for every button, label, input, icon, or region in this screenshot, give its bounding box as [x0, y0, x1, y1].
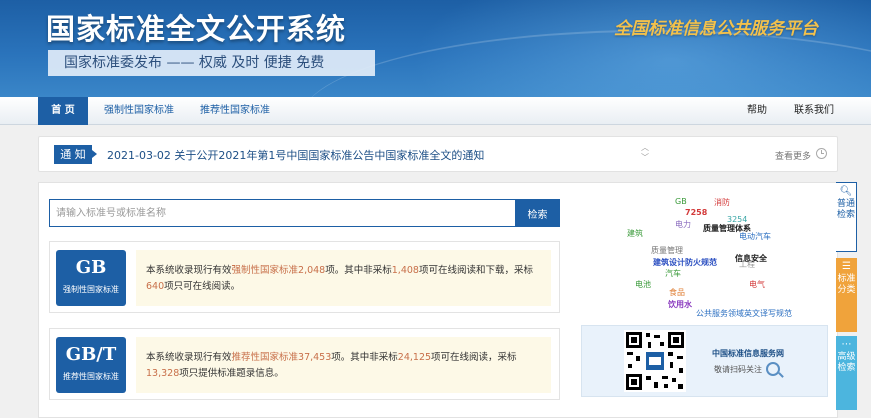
tag-item[interactable]: 建筑设计防火规范: [653, 257, 717, 268]
main-panel: 检索 GB 强制性国家标准 本系统收录现行有效强制性国家标准2,048项。其中非…: [38, 182, 838, 418]
gb-code: GB: [75, 257, 107, 278]
gbt-text-1: 本系统收录现行有效: [146, 352, 232, 363]
tag-item[interactable]: 食品: [669, 287, 685, 298]
tag-item[interactable]: 电池: [635, 279, 651, 290]
gb-total-count: 2,048: [298, 265, 326, 276]
gbt-description: 本系统收录现行有效推荐性国家标准37,453项。其中非采标24,125项可在线阅…: [136, 337, 551, 393]
banner-curve: [300, 30, 871, 97]
gbt-online-count: 24,125: [397, 352, 432, 363]
site-slogan: 国家标准委发布 —— 权威 及时 便捷 免费: [48, 50, 375, 76]
qr-subtitle: 敬请扫码关注: [714, 365, 762, 374]
qr-title: 中国标准信息服务网: [712, 349, 784, 358]
list-icon: ☰: [842, 261, 851, 272]
tag-item[interactable]: 饮用水: [668, 299, 692, 310]
site-title: 国家标准全文公开系统: [46, 12, 347, 46]
gb-section: GB 强制性国家标准 本系统收录现行有效强制性国家标准2,048项。其中非采标1…: [49, 241, 560, 313]
side-tab-category[interactable]: ☰ 标准分类: [836, 258, 857, 332]
gb-label: 强制性国家标准: [63, 285, 119, 294]
side-tab-advanced-search[interactable]: ⋯ 高级检索: [836, 336, 857, 410]
gb-online-count: 1,408: [391, 265, 419, 276]
tag-item[interactable]: 质量管理: [651, 245, 683, 256]
gbt-link[interactable]: 推荐性国家标准: [232, 352, 299, 363]
nav-contact-us[interactable]: 联系我们: [794, 97, 834, 125]
tag-item[interactable]: 信息安全: [735, 253, 767, 264]
tag-item[interactable]: 消防: [714, 197, 730, 208]
tag-item[interactable]: 7258: [685, 208, 707, 217]
tag-item[interactable]: GB: [675, 197, 687, 206]
gb-description: 本系统收录现行有效强制性国家标准2,048项。其中非采标1,408项可在线阅读和…: [136, 250, 551, 306]
side-tab-basic-search-label: 普通检索: [836, 199, 855, 220]
notice-bar: 通 知 2021-03-02 关于公开2021年第1号中国国家标准公告中国家标准…: [38, 136, 838, 172]
gb-text-3: 项可在线阅读和下载，采标: [418, 265, 533, 276]
notice-scroll-arrows-icon[interactable]: ︿ ﹀: [641, 143, 649, 163]
nav-mandatory-standards[interactable]: 强制性国家标准: [104, 97, 174, 125]
clock-icon: [816, 148, 827, 159]
gb-badge[interactable]: GB 强制性国家标准: [56, 250, 126, 306]
qr-code-image: [624, 330, 686, 392]
more-icon: ⋯: [841, 339, 852, 350]
gbt-label: 推荐性国家标准: [63, 372, 119, 381]
gbt-code: GB/T: [65, 344, 117, 365]
tag-item[interactable]: 建筑: [627, 228, 643, 239]
side-tab-basic-search[interactable]: 🔍︎ 普通检索: [836, 182, 857, 252]
gbt-total-count: 37,453: [298, 352, 332, 363]
gbt-read-count: 13,328: [146, 368, 180, 379]
side-tab-advanced-search-label: 高级检索: [837, 352, 856, 373]
tag-item[interactable]: 电气: [749, 279, 765, 290]
tag-item[interactable]: 汽车: [665, 268, 681, 279]
qr-panel: 中国标准信息服务网 敬请扫码关注: [581, 325, 828, 397]
tag-cloud: GB 消防 7258 电力 3254 质量管理体系 建筑 电动汽车 质量管理 工…: [579, 193, 829, 323]
nav-recommended-standards[interactable]: 推荐性国家标准: [200, 97, 270, 125]
gbt-text-3: 项可在线阅读，采标: [431, 352, 517, 363]
gb-text-2: 项。其中非采标: [325, 265, 392, 276]
nav-help[interactable]: 帮助: [747, 97, 767, 125]
main-nav: 首 页 强制性国家标准 推荐性国家标准 帮助 联系我们: [0, 97, 871, 125]
tag-item[interactable]: 电动汽车: [739, 231, 771, 242]
notice-link[interactable]: 2021-03-02 关于公开2021年第1号中国国家标准公告中国家标准全文的通…: [107, 147, 484, 163]
gbt-section: GB/T 推荐性国家标准 本系统收录现行有效推荐性国家标准37,453项。其中非…: [49, 328, 560, 400]
platform-logo-text[interactable]: 全国标准信息公共服务平台: [614, 14, 818, 39]
search-icon: 🔍︎: [839, 186, 853, 197]
gb-text-1: 本系统收录现行有效: [146, 265, 232, 276]
gb-link[interactable]: 强制性国家标准: [232, 265, 299, 276]
gb-text-4: 项只可在线阅读。: [164, 281, 241, 292]
gbt-text-4: 项只提供标准题录信息。: [179, 368, 284, 379]
gb-read-count: 640: [146, 281, 165, 292]
tag-item[interactable]: 电力: [675, 219, 691, 230]
tag-item[interactable]: 公共服务领域英文译写规范: [696, 308, 792, 319]
gbt-text-2: 项。其中非采标: [331, 352, 398, 363]
search-input[interactable]: [49, 199, 516, 227]
header-banner: 国家标准全文公开系统 国家标准委发布 —— 权威 及时 便捷 免费 全国标准信息…: [0, 0, 871, 97]
nav-home[interactable]: 首 页: [38, 97, 88, 125]
notice-more-link[interactable]: 查看更多: [775, 149, 811, 162]
magnifier-icon: [766, 362, 780, 376]
side-tab-category-label: 标准分类: [837, 274, 856, 295]
gbt-badge[interactable]: GB/T 推荐性国家标准: [56, 337, 126, 393]
notice-tag: 通 知: [54, 145, 97, 164]
search-button[interactable]: 检索: [515, 199, 560, 227]
